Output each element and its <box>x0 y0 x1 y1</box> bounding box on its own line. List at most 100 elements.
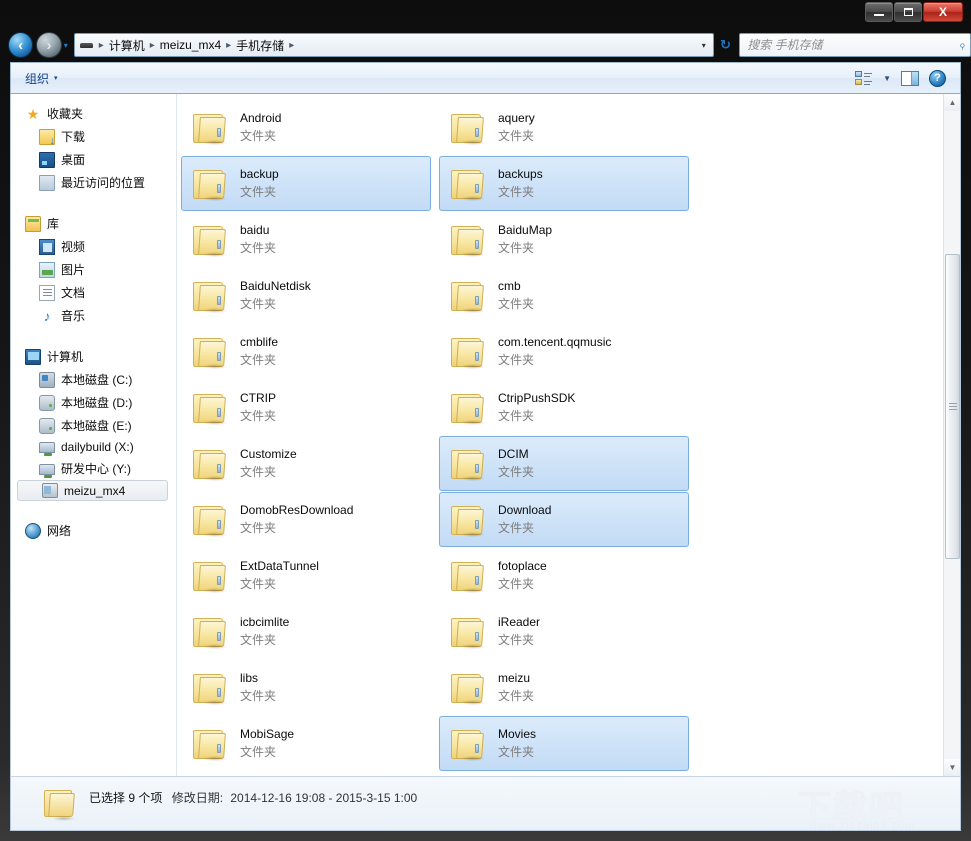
file-tile[interactable]: BaiduNetdisk 文件夹 <box>181 268 431 323</box>
sidebar-header-libraries[interactable]: 库 <box>17 212 176 235</box>
scroll-down-button[interactable]: ▼ <box>944 759 960 776</box>
file-name: Movies <box>498 727 537 742</box>
file-tile-labels: fotoplace 文件夹 <box>498 558 547 593</box>
organize-button[interactable]: 组织 ▾ <box>17 67 66 90</box>
sidebar-header-network[interactable]: 网络 <box>17 519 176 542</box>
sidebar-item-desktop[interactable]: 桌面 <box>17 148 176 171</box>
sidebar-item-pictures[interactable]: 图片 <box>17 258 176 281</box>
file-name: CtripPushSDK <box>498 391 576 406</box>
breadcrumb-item-device[interactable]: meizu_mx4 <box>157 37 224 53</box>
breadcrumb-separator: ▸ <box>98 39 104 51</box>
sidebar-header-favorites[interactable]: ★ 收藏夹 <box>17 102 176 125</box>
forward-button[interactable]: › <box>36 32 62 58</box>
status-folder-icon <box>41 787 79 821</box>
vertical-scrollbar[interactable]: ▲ ▼ <box>943 94 960 776</box>
file-tile[interactable]: CTRIP 文件夹 <box>181 380 431 435</box>
file-tile[interactable]: MobiSage 文件夹 <box>181 716 431 771</box>
search-input[interactable] <box>747 38 960 52</box>
folder-icon <box>190 167 230 201</box>
search-box[interactable]: ⌕ <box>739 33 971 57</box>
file-tile[interactable]: Android 文件夹 <box>181 100 431 155</box>
folder-icon <box>190 335 230 369</box>
drive-e-icon <box>39 417 55 434</box>
scroll-up-button[interactable]: ▲ <box>944 94 960 111</box>
file-name: cmblife <box>240 335 279 350</box>
views-dropdown-icon[interactable]: ▼ <box>883 74 891 83</box>
file-tile[interactable]: Download 文件夹 <box>439 492 689 547</box>
recent-pages-dropdown[interactable]: ▾ <box>64 41 68 50</box>
file-name: iReader <box>498 615 541 630</box>
folder-icon <box>190 223 230 257</box>
navigation-pane: ★ 收藏夹 下载 桌面 最近访问的位置 <box>11 94 177 776</box>
back-button[interactable]: ‹ <box>8 32 34 58</box>
close-button[interactable]: X <box>923 2 963 22</box>
sidebar-item-documents[interactable]: 文档 <box>17 281 176 304</box>
breadcrumb-item-computer[interactable]: 计算机 <box>106 36 148 55</box>
help-icon[interactable]: ? <box>929 69 946 87</box>
file-name: Customize <box>240 447 297 462</box>
breadcrumb-item-storage[interactable]: 手机存储 <box>233 36 287 55</box>
file-tile[interactable]: backups 文件夹 <box>439 156 689 211</box>
file-tile-labels: com.tencent.qqmusic 文件夹 <box>498 334 611 369</box>
sidebar-item-drive-c[interactable]: 本地磁盘 (C:) <box>17 368 176 391</box>
maximize-button[interactable] <box>894 2 922 22</box>
sidebar-item-dailybuild[interactable]: dailybuild (X:) <box>17 437 176 457</box>
file-tile[interactable]: CtripPushSDK 文件夹 <box>439 380 689 435</box>
sidebar-item-rnd-center[interactable]: 研发中心 (Y:) <box>17 457 176 480</box>
minimize-button[interactable] <box>865 2 893 22</box>
folder-icon <box>448 671 488 705</box>
file-tile[interactable]: iReader 文件夹 <box>439 604 689 659</box>
file-tile[interactable]: baidu 文件夹 <box>181 212 431 267</box>
file-tile-labels: aquery 文件夹 <box>498 110 535 145</box>
preview-pane-icon[interactable] <box>901 70 919 86</box>
file-type: 文件夹 <box>498 240 535 255</box>
file-name: libs <box>240 671 259 686</box>
scrollbar-thumb[interactable] <box>945 254 960 559</box>
file-tile-labels: cmblife 文件夹 <box>240 334 278 369</box>
views-icon[interactable] <box>855 70 873 86</box>
file-list-pane[interactable]: Android 文件夹 aquery 文件夹 backup 文件夹 backups 文件夹 ba… <box>177 94 960 776</box>
file-tile[interactable]: com.tencent.qqmusic 文件夹 <box>439 324 689 379</box>
file-tile[interactable]: Customize 文件夹 <box>181 436 431 491</box>
sidebar-item-label: 视频 <box>61 240 86 254</box>
file-tile[interactable]: Movies 文件夹 <box>439 716 689 771</box>
folder-icon <box>190 279 230 313</box>
status-text: 已选择 9 个项 修改日期: 2014-12-16 19:08 - 2015-3… <box>89 785 417 806</box>
file-tile[interactable]: BaiduMap 文件夹 <box>439 212 689 267</box>
sidebar-item-meizu-mx4[interactable]: meizu_mx4 <box>17 480 168 501</box>
file-tile[interactable]: cmb 文件夹 <box>439 268 689 323</box>
sidebar-item-drive-e[interactable]: 本地磁盘 (E:) <box>17 414 176 437</box>
sidebar-item-downloads[interactable]: 下载 <box>17 125 176 148</box>
file-tile[interactable]: libs 文件夹 <box>181 660 431 715</box>
file-type: 文件夹 <box>498 352 535 367</box>
address-bar[interactable]: ▸ 计算机 ▸ meizu_mx4 ▸ 手机存储 ▸ ▾ <box>73 33 714 57</box>
folder-icon <box>190 727 230 761</box>
refresh-button[interactable]: ↻ <box>717 37 735 53</box>
file-tile[interactable]: ExtDataTunnel 文件夹 <box>181 548 431 603</box>
file-tile[interactable]: icbcimlite 文件夹 <box>181 604 431 659</box>
address-dropdown-icon[interactable]: ▾ <box>697 41 711 50</box>
file-tile[interactable]: DomobResDownload 文件夹 <box>181 492 431 547</box>
sidebar-item-videos[interactable]: 视频 <box>17 235 176 258</box>
sidebar-item-label: 桌面 <box>61 153 86 167</box>
videos-icon <box>39 238 55 255</box>
file-tile[interactable]: cmblife 文件夹 <box>181 324 431 379</box>
sidebar-item-label: meizu_mx4 <box>64 483 126 498</box>
sidebar-item-recent-places[interactable]: 最近访问的位置 <box>17 171 176 194</box>
file-tile[interactable]: fotoplace 文件夹 <box>439 548 689 603</box>
file-tile[interactable]: meizu 文件夹 <box>439 660 689 715</box>
file-type: 文件夹 <box>498 520 535 535</box>
sidebar-item-music[interactable]: ♪ 音乐 <box>17 304 176 327</box>
file-tile-labels: Movies 文件夹 <box>498 726 536 761</box>
drive-c-icon <box>39 371 55 388</box>
file-name: cmb <box>498 279 521 294</box>
sidebar-item-drive-d[interactable]: 本地磁盘 (D:) <box>17 391 176 414</box>
file-tile-labels: Android 文件夹 <box>240 110 281 145</box>
file-tile-labels: BaiduNetdisk 文件夹 <box>240 278 311 313</box>
network-drive-icon <box>39 442 55 456</box>
file-tile[interactable]: aquery 文件夹 <box>439 100 689 155</box>
minimize-icon <box>874 14 884 16</box>
sidebar-header-computer[interactable]: 计算机 <box>17 345 176 368</box>
file-tile[interactable]: backup 文件夹 <box>181 156 431 211</box>
file-tile[interactable]: DCIM 文件夹 <box>439 436 689 491</box>
